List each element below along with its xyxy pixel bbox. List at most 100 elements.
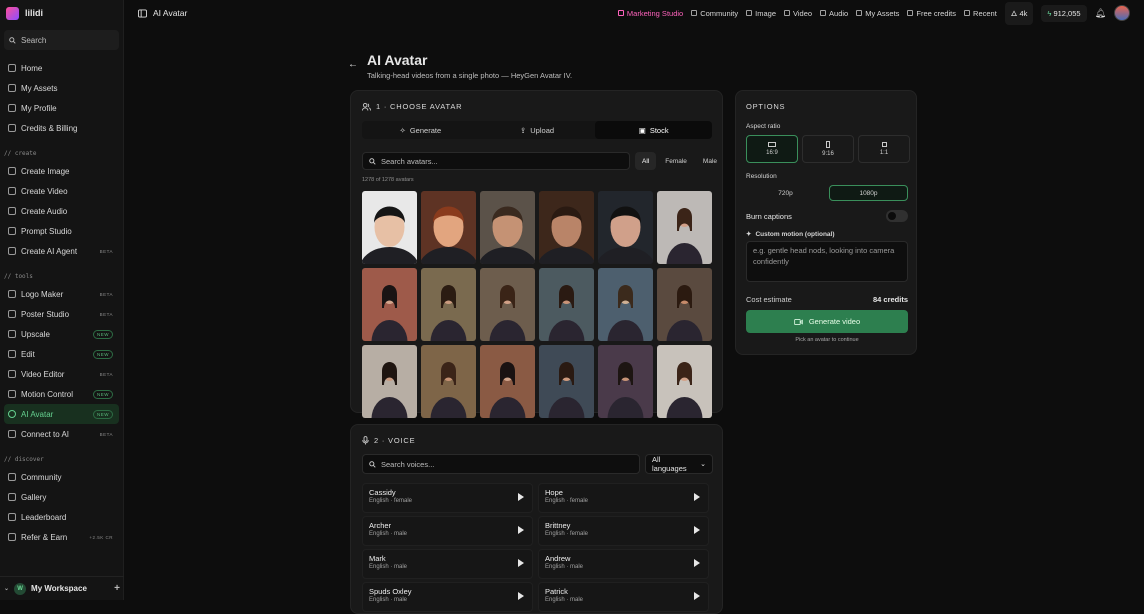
sidebar-item-upscale[interactable]: Upscale NEW [4, 324, 119, 344]
voice-item-cassidy[interactable]: Cassidy English · female [362, 483, 533, 513]
avatar-thumbnail[interactable] [539, 191, 594, 264]
aspect-9-16-button[interactable]: 9:16 [802, 135, 854, 163]
voice-item-andrew[interactable]: Andrew English · male [538, 549, 709, 579]
avatar-thumbnail[interactable] [362, 191, 417, 264]
play-icon[interactable] [518, 493, 524, 501]
top-nav-marketing-studio[interactable]: Marketing Studio [617, 9, 683, 18]
avatar-portrait [480, 191, 535, 264]
play-icon[interactable] [518, 526, 524, 534]
avatar-thumbnail[interactable] [598, 345, 653, 418]
tab-upload[interactable]: ⇪ Upload [479, 121, 596, 139]
voice-item-spuds-oxley[interactable]: Spuds Oxley English · male [362, 582, 533, 612]
sidebar-search[interactable]: Search [4, 30, 119, 50]
sidebar-item-logo-maker[interactable]: Logo Maker BETA [4, 284, 119, 304]
bell-icon[interactable]: 🔔︎ [1095, 8, 1106, 19]
sidebar-toggle-icon[interactable] [138, 8, 147, 18]
avatar-thumbnail[interactable] [362, 345, 417, 418]
tab-generate-label: Generate [409, 125, 442, 135]
sidebar-item-create-audio[interactable]: Create Audio [4, 201, 119, 221]
workspace-switcher[interactable]: ⌄ W My Workspace + [0, 576, 124, 600]
top-nav-my-assets[interactable]: My Assets [856, 9, 899, 18]
sidebar-item-motion-control[interactable]: Motion Control NEW [4, 384, 119, 404]
tab-generate[interactable]: ✧ Generate [362, 121, 479, 139]
sidebar-item-connect-to-ai[interactable]: Connect to AI BETA [4, 424, 119, 444]
voice-item-mark[interactable]: Mark English · male [362, 549, 533, 579]
back-arrow-icon[interactable]: ← [348, 59, 358, 70]
voice-item-hope[interactable]: Hope English · female [538, 483, 709, 513]
avatar-thumbnail[interactable] [539, 345, 594, 418]
plus-icon[interactable]: + [114, 583, 120, 594]
custom-motion-textarea[interactable]: e.g. gentle head nods, looking into came… [746, 241, 908, 282]
avatar-thumbnail[interactable] [362, 268, 417, 341]
sidebar-item-create-ai-agent[interactable]: Create AI Agent BETA [4, 241, 119, 261]
avatar-thumbnail[interactable] [480, 345, 535, 418]
sidebar-item-label: Create Audio [21, 206, 68, 216]
sidebar-item-create-video[interactable]: Create Video [4, 181, 119, 201]
sidebar-item-create-image[interactable]: Create Image [4, 161, 119, 181]
play-icon[interactable] [694, 559, 700, 567]
top-nav-community[interactable]: Community [691, 9, 738, 18]
credits-pill[interactable]: ϟ 912,055 [1041, 4, 1087, 22]
play-icon[interactable] [694, 493, 700, 501]
avatar-search-input[interactable]: Search avatars... [362, 152, 630, 170]
filter-male[interactable]: Male [696, 152, 724, 170]
aspect-1-1-button[interactable]: 1:1 [858, 135, 910, 163]
sidebar-item-credits-billing[interactable]: Credits & Billing [4, 118, 119, 138]
free-credits-icon [907, 10, 914, 16]
avatar-thumbnail[interactable] [421, 345, 476, 418]
resolution-720p-button[interactable]: 720p [746, 185, 825, 201]
play-icon[interactable] [518, 559, 524, 567]
top-nav-recent[interactable]: Recent [964, 9, 997, 18]
avatar-thumbnail[interactable] [598, 191, 653, 264]
sidebar-item-poster-studio[interactable]: Poster Studio BETA [4, 304, 119, 324]
resolution-1080p-button[interactable]: 1080p [829, 185, 908, 201]
sidebar-item-my-assets[interactable]: My Assets [4, 78, 119, 98]
top-nav-free-credits[interactable]: Free credits [907, 9, 956, 18]
aspect-16-9-button[interactable]: 16:9 [746, 135, 798, 163]
avatar-source-tabs: ✧ Generate ⇪ Upload ▣ Stock [362, 121, 713, 139]
avatar-thumbnail[interactable] [421, 191, 476, 264]
play-icon[interactable] [694, 526, 700, 534]
sidebar-item-home[interactable]: Home [4, 58, 119, 78]
sidebar-item-label: Create Image [21, 166, 70, 176]
user-avatar[interactable] [1114, 5, 1130, 21]
top-nav-video[interactable]: Video [784, 9, 812, 18]
top-nav-audio[interactable]: Audio [820, 9, 848, 18]
avatar-thumbnail[interactable] [480, 268, 535, 341]
tab-stock[interactable]: ▣ Stock [595, 121, 713, 139]
filter-all[interactable]: All [635, 152, 657, 170]
language-select[interactable]: All languages ⌄ [645, 454, 713, 474]
flame-counter[interactable]: 🜂 4k [1004, 1, 1034, 25]
generate-video-button[interactable]: Generate video [746, 310, 908, 333]
voice-item-patrick[interactable]: Patrick English · male [538, 582, 709, 612]
options-card: OPTIONS Aspect ratio 16:9 9:16 1:1 Resol… [735, 90, 917, 355]
sidebar-item-edit[interactable]: Edit NEW [4, 344, 119, 364]
voice-search-input[interactable]: Search voices... [362, 454, 640, 474]
sidebar-item-leaderboard[interactable]: Leaderboard [4, 507, 119, 527]
avatar-thumbnail[interactable] [657, 345, 712, 418]
sidebar-item-community[interactable]: Community [4, 467, 119, 487]
burn-captions-toggle[interactable] [886, 210, 908, 222]
avatar-thumbnail[interactable] [539, 268, 594, 341]
sidebar-item-prompt-studio[interactable]: Prompt Studio [4, 221, 119, 241]
avatar-thumbnail[interactable] [421, 268, 476, 341]
sidebar-item-my-profile[interactable]: My Profile [4, 98, 119, 118]
avatar-thumbnail[interactable] [598, 268, 653, 341]
voice-item-brittney[interactable]: Brittney English · female [538, 516, 709, 546]
sidebar-item-video-editor[interactable]: Video Editor BETA [4, 364, 119, 384]
top-nav-image[interactable]: Image [746, 9, 776, 18]
sidebar-item-refer-earn[interactable]: Refer & Earn +2.5K CR [4, 527, 119, 547]
play-icon[interactable] [694, 592, 700, 600]
filter-female[interactable]: Female [658, 152, 694, 170]
sidebar-item-ai-avatar[interactable]: AI Avatar NEW [4, 404, 119, 424]
voice-item-archer[interactable]: Archer English · male [362, 516, 533, 546]
play-icon[interactable] [518, 592, 524, 600]
avatar-thumbnail[interactable] [480, 191, 535, 264]
search-icon [369, 460, 376, 468]
avatar-thumbnail[interactable] [657, 268, 712, 341]
avatar-thumbnail[interactable] [657, 191, 712, 264]
my-profile-icon [8, 104, 16, 112]
sidebar-item-gallery[interactable]: Gallery [4, 487, 119, 507]
brand[interactable]: lilidi [0, 0, 123, 26]
topbar: AI Avatar Marketing Studio Community Image… [124, 0, 1144, 26]
